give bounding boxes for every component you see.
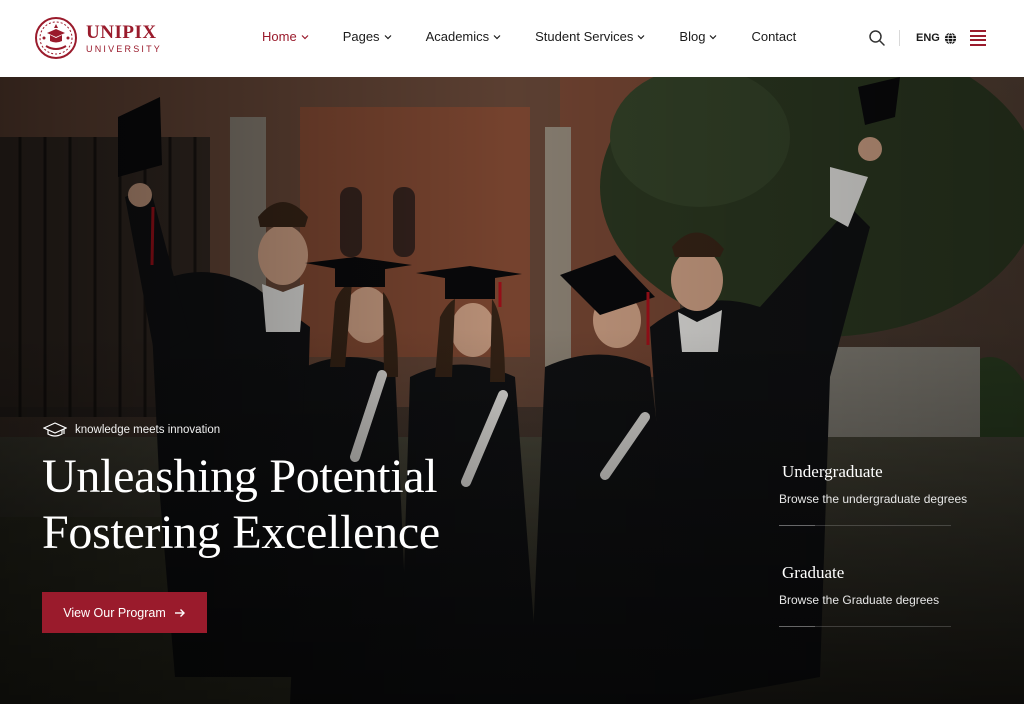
arrow-right-icon [174, 608, 185, 617]
main-nav: Home Pages Academics Student Services Blog Co… [262, 29, 830, 44]
divider [779, 626, 951, 627]
chevron-down-icon [493, 34, 501, 39]
nav-item-contact[interactable]: Contact [751, 29, 796, 44]
divider [779, 525, 951, 526]
language-selector[interactable]: ENG [916, 32, 957, 45]
nav-item-student-services[interactable]: Student Services [535, 29, 645, 44]
nav-item-academics[interactable]: Academics [426, 29, 502, 44]
header-actions: ENG [868, 29, 957, 47]
tagline-text: knowledge meets innovation [75, 424, 221, 436]
brand-name: UNIPIX [86, 21, 157, 43]
graduate-description: Browse the Graduate degrees [779, 593, 940, 607]
chevron-down-icon [637, 34, 645, 39]
header-divider [899, 30, 900, 46]
graduate-title: Graduate [782, 563, 845, 582]
undergraduate-description: Browse the undergraduate degrees [779, 492, 968, 506]
nav-item-label: Home [262, 29, 297, 44]
nav-item-label: Student Services [535, 29, 634, 44]
brand-subtitle: UNIVERSITY [86, 43, 163, 54]
view-program-button[interactable]: View Our Program [42, 592, 207, 633]
nav-item-label: Blog [679, 29, 706, 44]
nav-item-blog[interactable]: Blog [679, 29, 717, 44]
undergraduate-title: Undergraduate [782, 462, 883, 481]
chevron-down-icon [710, 34, 717, 39]
search-icon[interactable] [868, 29, 886, 47]
hamburger-menu-icon[interactable] [970, 30, 986, 46]
hero-tagline: knowledge meets innovation [43, 422, 220, 438]
chevron-down-icon [384, 34, 391, 39]
nav-item-home[interactable]: Home [262, 29, 309, 44]
hero-section: knowledge meets innovation Unleashing Po… [0, 77, 1024, 704]
nav-item-label: Academics [425, 29, 490, 44]
logo[interactable]: UNIPIX UNIVERSITY [34, 16, 162, 60]
hero-headline: Unleashing Potential Fostering Excellenc… [42, 449, 440, 561]
university-seal-icon [35, 17, 77, 59]
graduation-cap-icon [43, 422, 67, 437]
headline-line-1: Unleashing Potential [42, 450, 438, 503]
view-program-label: View Our Program [63, 605, 166, 620]
globe-icon [944, 32, 956, 44]
graduate-link[interactable]: Graduate Browse the Graduate degrees [779, 563, 951, 627]
nav-item-pages[interactable]: Pages [343, 29, 392, 44]
headline-line-2: Fostering Excellence [42, 506, 440, 559]
chevron-down-icon [301, 34, 309, 39]
nav-item-label: Contact [751, 29, 797, 44]
site-header: UNIPIX UNIVERSITY Home Pages Academics Stud… [0, 0, 1024, 77]
nav-item-label: Pages [342, 29, 380, 44]
language-label: ENG [916, 32, 940, 44]
undergraduate-link[interactable]: Undergraduate Browse the undergraduate d… [779, 462, 968, 526]
